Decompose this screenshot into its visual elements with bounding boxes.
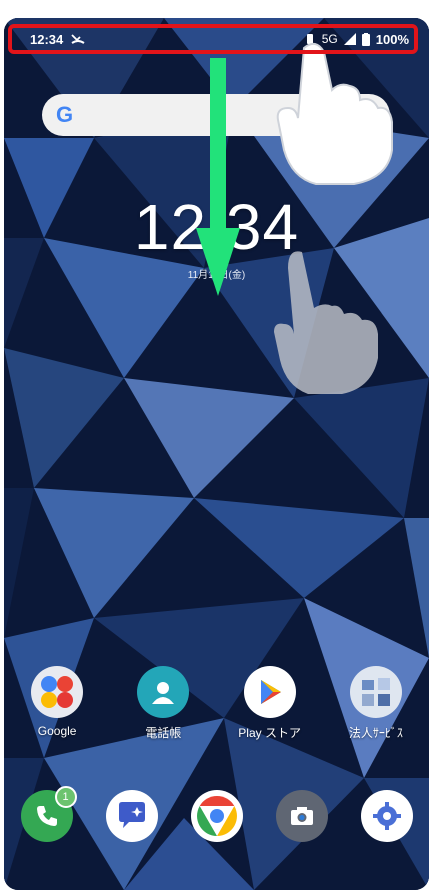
notification-badge: 1 bbox=[54, 786, 77, 808]
missed-call-icon bbox=[71, 34, 85, 44]
phone-icon: 1 bbox=[20, 786, 77, 842]
dock-settings[interactable] bbox=[344, 790, 429, 842]
contacts-icon bbox=[137, 666, 190, 718]
app-contacts[interactable]: 電話帳 bbox=[117, 666, 209, 741]
swipe-down-arrow-icon bbox=[196, 58, 240, 296]
app-play-store[interactable]: Play ストア bbox=[224, 666, 316, 741]
app-google-folder[interactable]: Google bbox=[11, 666, 103, 741]
dock: 1 bbox=[4, 786, 429, 842]
softbank-message-icon bbox=[105, 790, 158, 842]
chrome-icon bbox=[190, 790, 243, 842]
app-label: 電話帳 bbox=[145, 726, 182, 740]
home-screen: 12:34 5G 100% G 12:34 11月11日(金) bbox=[4, 18, 429, 890]
settings-icon bbox=[360, 790, 413, 842]
dock-chrome[interactable] bbox=[174, 790, 259, 842]
camera-icon bbox=[275, 790, 328, 842]
hand-pointer-icon bbox=[274, 251, 378, 394]
hand-pointer-icon bbox=[276, 42, 393, 185]
status-time: 12:34 bbox=[30, 31, 64, 47]
app-label: Play ストア bbox=[238, 726, 301, 740]
dock-phone[interactable]: 1 bbox=[4, 786, 89, 842]
app-label: Google bbox=[37, 724, 77, 738]
google-g-icon: G bbox=[56, 102, 74, 127]
google-folder-icon bbox=[31, 666, 84, 718]
play-store-icon bbox=[243, 666, 296, 718]
app-business-service[interactable]: 法人ｻｰﾋﾞｽ bbox=[330, 666, 422, 741]
app-label: 法人ｻｰﾋﾞｽ bbox=[348, 726, 403, 740]
home-app-row: Google 電話帳 Play ストア 法人ｻｰﾋﾞｽ bbox=[4, 666, 429, 741]
business-service-icon bbox=[349, 666, 402, 718]
dock-camera[interactable] bbox=[259, 790, 344, 842]
dock-message[interactable] bbox=[89, 790, 174, 842]
